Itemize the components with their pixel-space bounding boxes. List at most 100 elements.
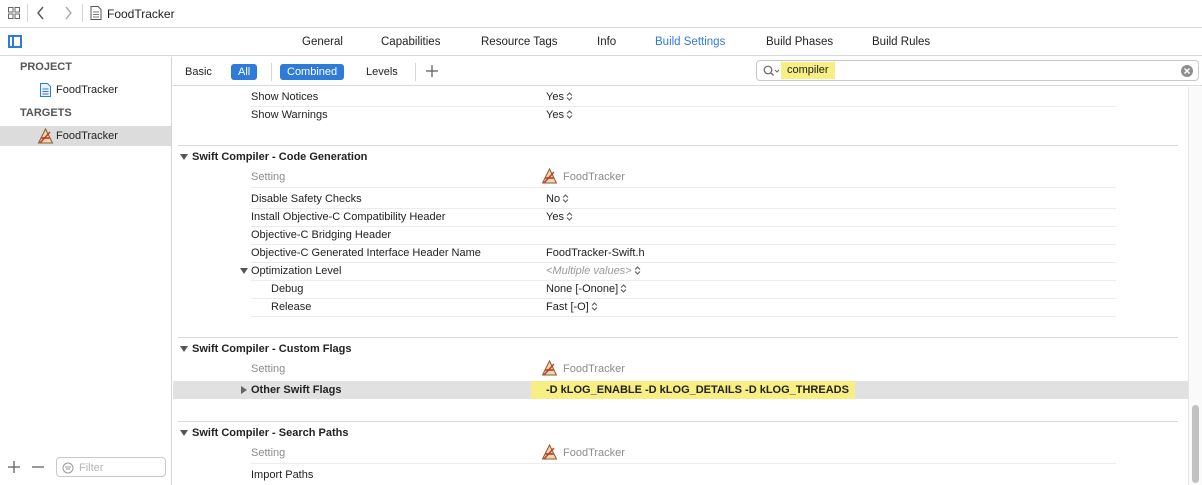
expand-collapse-triangle-icon[interactable] <box>240 267 248 275</box>
setting-row[interactable]: Install Objective-C Compatibility Header… <box>173 208 1188 226</box>
setting-row[interactable]: Import Paths <box>173 466 1188 484</box>
all-filter-button[interactable]: All <box>231 64 258 80</box>
setting-row[interactable]: Debug None [-Onone] <box>173 280 1188 298</box>
setting-value[interactable]: FoodTracker-Swift.h <box>546 247 645 259</box>
forward-arrow-icon[interactable] <box>62 5 74 21</box>
setting-row[interactable]: Objective-C Generated Interface Header N… <box>173 244 1188 262</box>
setting-row[interactable]: Optimization Level <Multiple values> <box>173 262 1188 280</box>
sidebar-item-label: FoodTracker <box>56 130 118 142</box>
tab-build-phases[interactable]: Build Phases <box>766 36 833 48</box>
search-field[interactable]: compiler <box>756 60 1199 81</box>
popup-stepper-icon <box>562 194 569 203</box>
section-title-search-paths: Swift Compiler - Search Paths <box>192 427 349 439</box>
setting-value[interactable]: -D kLOG_ENABLE -D kLOG_DETAILS -D kLOG_T… <box>531 381 855 399</box>
app-target-icon <box>37 128 54 144</box>
popup-stepper-icon <box>566 212 573 221</box>
setting-row[interactable]: Show Warnings Yes <box>173 106 1188 124</box>
setting-value[interactable]: No <box>546 193 569 205</box>
section-title-custom-flags: Swift Compiler - Custom Flags <box>192 343 352 355</box>
row-divider <box>251 187 1116 188</box>
breadcrumb-bar: FoodTracker <box>0 0 1202 28</box>
row-divider <box>251 463 1116 464</box>
app-target-icon <box>541 360 558 376</box>
section-divider <box>178 421 1178 422</box>
sidebar-item-target[interactable]: FoodTracker <box>0 126 171 146</box>
related-items-grid-icon[interactable] <box>8 7 20 19</box>
setting-name: Other Swift Flags <box>251 384 342 396</box>
sidebar-item-project[interactable]: FoodTracker <box>0 80 171 100</box>
toolbar-divider <box>271 63 272 81</box>
popup-stepper-icon <box>634 266 640 275</box>
tab-info[interactable]: Info <box>597 36 616 48</box>
target-column-label: FoodTracker <box>563 171 625 183</box>
setting-value[interactable]: Yes <box>546 91 573 103</box>
remove-icon[interactable] <box>32 461 44 473</box>
search-icon[interactable] <box>763 65 781 77</box>
setting-value[interactable]: Yes <box>546 211 573 223</box>
add-icon[interactable] <box>8 461 20 473</box>
setting-name: Install Objective-C Compatibility Header <box>251 211 446 223</box>
filter-icon <box>62 462 74 474</box>
tab-build-rules[interactable]: Build Rules <box>872 36 930 48</box>
toolbar-divider <box>415 63 416 81</box>
breadcrumb-project[interactable]: FoodTracker <box>107 7 175 21</box>
scrollbar-thumb[interactable] <box>1192 405 1199 483</box>
tab-build-settings[interactable]: Build Settings <box>655 36 725 48</box>
show-hide-navigator-icon[interactable] <box>8 35 22 48</box>
popup-stepper-icon <box>566 92 573 101</box>
setting-column-label: Setting <box>251 171 286 183</box>
setting-row[interactable]: Disable Safety Checks No <box>173 190 1188 208</box>
section-collapse-triangle-icon[interactable] <box>180 429 188 437</box>
setting-name: Import Paths <box>251 469 314 481</box>
toolbar-divider <box>82 4 83 22</box>
section-header-row: Setting FoodTracker <box>173 168 1188 186</box>
project-file-icon <box>90 6 102 20</box>
setting-name: Show Notices <box>251 91 319 103</box>
app-target-icon <box>541 444 558 460</box>
section-divider <box>178 145 1178 146</box>
setting-row[interactable]: Release Fast [-O] <box>173 298 1188 316</box>
vertical-scrollbar[interactable] <box>1188 87 1202 485</box>
setting-value[interactable]: Yes <box>546 109 573 121</box>
levels-view-button[interactable]: Levels <box>359 64 405 80</box>
section-divider <box>178 337 1178 338</box>
section-header-row: Setting FoodTracker <box>173 360 1188 378</box>
project-section-header: PROJECT <box>20 61 72 73</box>
tab-general[interactable]: General <box>302 36 343 48</box>
toolbar-divider <box>27 4 28 22</box>
combined-view-button[interactable]: Combined <box>280 64 345 80</box>
setting-name: Disable Safety Checks <box>251 193 362 205</box>
expand-triangle-icon[interactable] <box>240 386 248 394</box>
section-title-code-generation: Swift Compiler - Code Generation <box>192 151 368 163</box>
build-settings-filter-bar: Basic All Combined Levels compiler <box>173 57 1202 86</box>
setting-row-selected[interactable]: Other Swift Flags -D kLOG_ENABLE -D kLOG… <box>173 381 1188 399</box>
setting-name: Objective-C Generated Interface Header N… <box>251 247 481 259</box>
setting-value[interactable]: <Multiple values> <box>546 265 641 277</box>
tab-capabilities[interactable]: Capabilities <box>381 36 440 48</box>
targets-section-header: TARGETS <box>20 107 72 119</box>
clear-search-icon[interactable] <box>1181 65 1193 77</box>
tab-resource-tags[interactable]: Resource Tags <box>481 36 558 48</box>
app-target-icon <box>541 168 558 184</box>
filter-placeholder: Filter <box>79 462 104 474</box>
setting-name: Objective-C Bridging Header <box>251 229 392 241</box>
build-settings-table: Show Notices Yes Show Warnings Yes Swift… <box>173 87 1188 485</box>
setting-value[interactable]: None [-Onone] <box>546 283 627 295</box>
setting-name: Debug <box>271 283 304 295</box>
popup-stepper-icon <box>620 284 627 293</box>
popup-stepper-icon <box>566 110 573 119</box>
setting-row[interactable]: Objective-C Bridging Header <box>173 226 1188 244</box>
setting-column-label: Setting <box>251 363 286 375</box>
setting-name: Show Warnings <box>251 109 328 121</box>
sidebar-item-label: FoodTracker <box>56 84 118 96</box>
add-build-setting-icon[interactable] <box>426 65 438 77</box>
row-divider <box>251 316 1116 317</box>
section-collapse-triangle-icon[interactable] <box>180 345 188 353</box>
sidebar-bottom-bar: Filter <box>0 455 171 485</box>
section-collapse-triangle-icon[interactable] <box>180 153 188 161</box>
setting-value[interactable]: Fast [-O] <box>546 301 598 313</box>
sidebar-filter-field[interactable]: Filter <box>56 457 166 477</box>
setting-row[interactable]: Show Notices Yes <box>173 88 1188 106</box>
back-arrow-icon[interactable] <box>35 5 47 21</box>
basic-filter-button[interactable]: Basic <box>178 64 219 80</box>
